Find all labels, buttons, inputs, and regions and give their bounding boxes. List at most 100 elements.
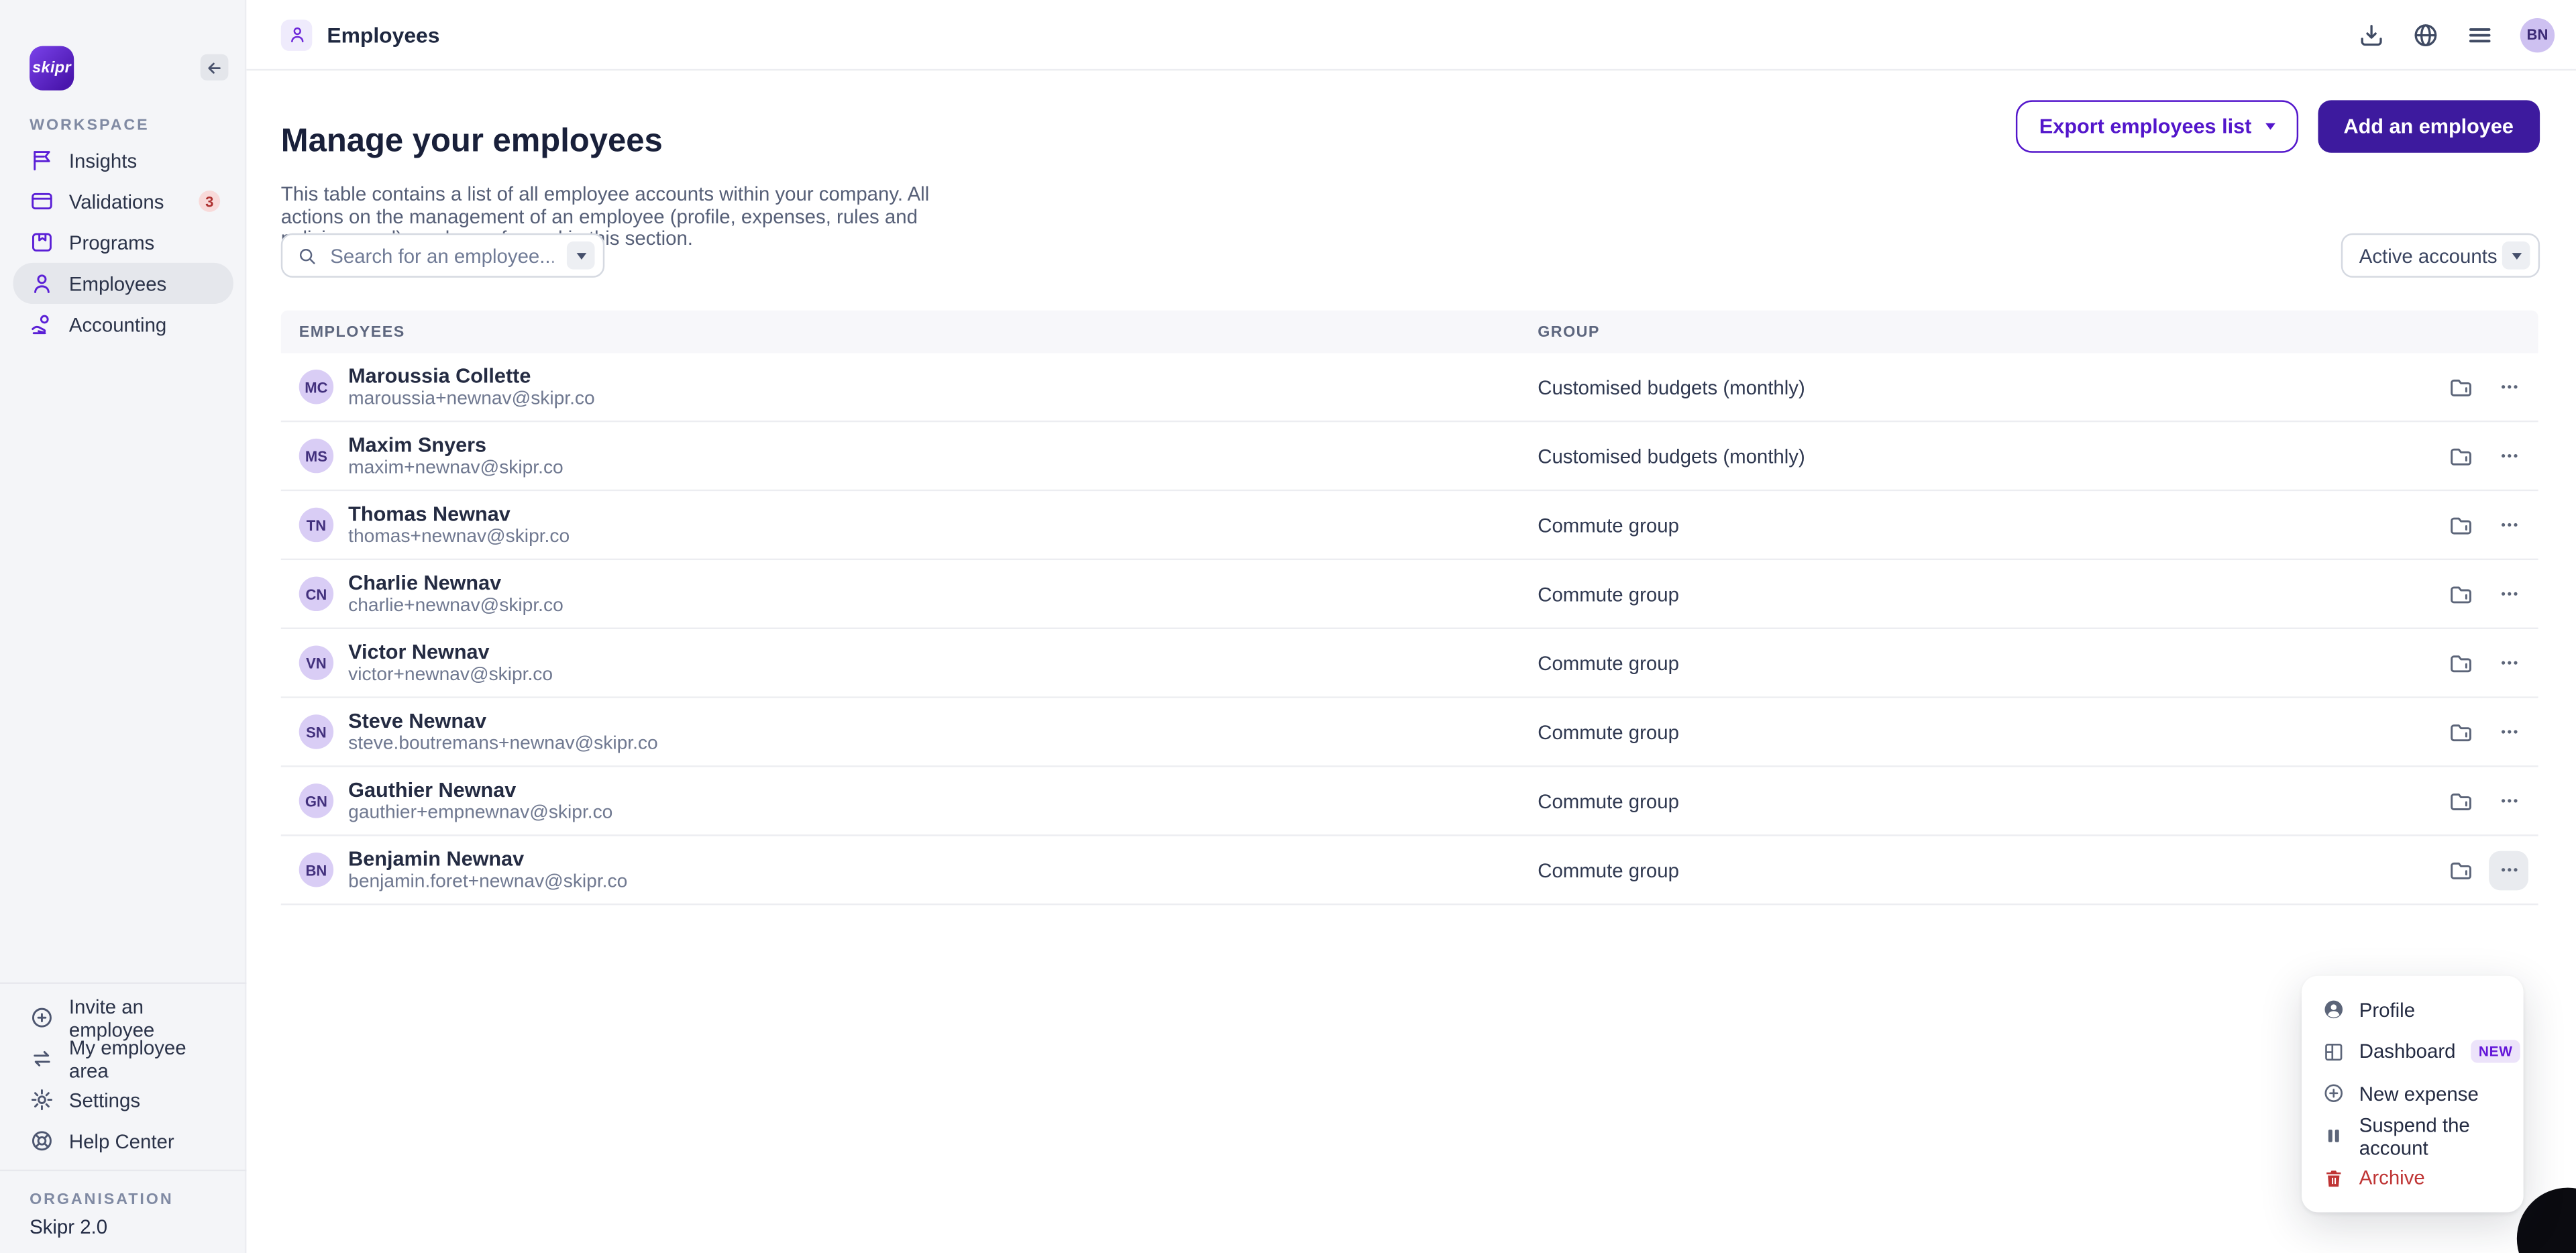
export-button-label: Export employees list [2039, 115, 2252, 138]
search-input[interactable] [327, 242, 557, 269]
sidebar-footer-nav: Invite an employee My employee area Sett… [0, 994, 246, 1162]
chevron-down-icon [2511, 252, 2521, 259]
sidebar-item-my-employee-area[interactable]: My employee area [0, 1036, 246, 1082]
employee-email: benjamin.foret+newnav@skipr.co [348, 871, 628, 891]
menu-item-suspend-account[interactable]: Suspend the account [2302, 1113, 2524, 1159]
folder-icon[interactable] [2448, 718, 2474, 745]
menu-item-archive[interactable]: Archive [2302, 1158, 2524, 1198]
employee-group: Commute group [1538, 789, 1679, 813]
sidebar-item-invite-employee[interactable]: Invite an employee [0, 994, 246, 1041]
employees-table: EMPLOYEES GROUP MC Maroussia Collette ma… [280, 310, 2538, 906]
row-menu-button-open[interactable] [2489, 850, 2528, 890]
row-menu-button[interactable] [2489, 367, 2528, 406]
employee-group: Commute group [1538, 858, 1679, 881]
table-row[interactable]: TN Thomas Newnav thomas+newnav@skipr.co … [280, 491, 2538, 561]
avatar: SN [299, 714, 334, 749]
folder-icon[interactable] [2448, 374, 2474, 400]
sidebar-item-validations[interactable]: Validations 3 [13, 180, 233, 221]
sidebar-item-help-center[interactable]: Help Center [0, 1120, 246, 1161]
card-icon [30, 189, 54, 214]
avatar: GN [299, 783, 334, 818]
box-bookmark-icon [30, 230, 54, 255]
employee-email: maroussia+newnav@skipr.co [348, 388, 595, 408]
search-dropdown-button[interactable] [566, 241, 595, 270]
page-breadcrumb-title: Employees [327, 22, 440, 47]
employee-group: Commute group [1538, 720, 1679, 744]
add-employee-button[interactable]: Add an employee [2317, 100, 2540, 153]
employee-email: victor+newnav@skipr.co [348, 664, 553, 685]
avatar: MS [299, 438, 334, 474]
folder-icon[interactable] [2448, 581, 2474, 607]
table-row[interactable]: MC Maroussia Collette maroussia+newnav@s… [280, 353, 2538, 423]
account-filter-value: Active accounts [2359, 243, 2498, 267]
gear-icon [30, 1087, 54, 1112]
sidebar-item-programs[interactable]: Programs [13, 222, 233, 263]
row-menu-button[interactable] [2489, 712, 2528, 752]
profile-icon [2323, 999, 2345, 1021]
topbar-actions: BN [2357, 17, 2555, 52]
sidebar-item-label: Settings [68, 1088, 141, 1111]
employee-group: Customised budgets (monthly) [1538, 444, 1805, 468]
organisation-section-label: ORGANISATION [30, 1191, 174, 1209]
export-employees-button[interactable]: Export employees list [2016, 100, 2298, 153]
sidebar-item-settings[interactable]: Settings [0, 1079, 246, 1120]
table-header-row: EMPLOYEES GROUP [280, 310, 2538, 353]
plus-circle-icon [30, 1005, 54, 1030]
page-title: Manage your employees [280, 123, 663, 160]
add-button-label: Add an employee [2343, 115, 2514, 138]
row-menu-button[interactable] [2489, 436, 2528, 476]
insights-flag-icon [30, 148, 54, 172]
folder-icon[interactable] [2448, 857, 2474, 883]
chevron-down-icon [576, 252, 586, 259]
sidebar-item-label: Insights [68, 148, 138, 172]
menu-item-dashboard[interactable]: Dashboard NEW [2302, 1032, 2524, 1072]
skipr-logo: skipr [30, 46, 74, 91]
account-filter-dropdown-button[interactable] [2502, 241, 2530, 270]
user-avatar[interactable]: BN [2520, 17, 2555, 52]
table-row[interactable]: BN Benjamin Newnav benjamin.foret+newnav… [280, 836, 2538, 906]
sidebar-item-insights[interactable]: Insights [13, 140, 233, 180]
menu-item-new-expense[interactable]: New expense [2302, 1075, 2524, 1114]
new-badge: NEW [2470, 1040, 2521, 1064]
sidebar-item-accounting[interactable]: Accounting [13, 304, 233, 345]
menu-item-profile[interactable]: Profile [2302, 990, 2524, 1030]
row-menu-button[interactable] [2489, 505, 2528, 545]
dashboard-icon [2323, 1041, 2345, 1063]
sidebar-item-employees[interactable]: Employees [13, 262, 233, 305]
folder-icon[interactable] [2448, 787, 2474, 814]
chevron-down-icon [2264, 123, 2275, 130]
folder-icon[interactable] [2448, 512, 2474, 538]
row-menu-button[interactable] [2489, 643, 2528, 683]
employee-name: Victor Newnav [348, 639, 490, 663]
sidebar-item-label: Accounting [68, 313, 167, 336]
sidebar-collapse-button[interactable] [200, 54, 229, 81]
download-icon[interactable] [2357, 21, 2385, 49]
sidebar: skipr WORKSPACE Insights Validations 3 P… [0, 0, 247, 1253]
table-row[interactable]: GN Gauthier Newnav gauthier+empnewnav@sk… [280, 767, 2538, 836]
table-row[interactable]: VN Victor Newnav victor+newnav@skipr.co … [280, 629, 2538, 698]
folder-icon[interactable] [2448, 443, 2474, 469]
folder-icon[interactable] [2448, 650, 2474, 676]
sidebar-item-label: Help Center [68, 1129, 174, 1152]
menu-icon[interactable] [2466, 21, 2494, 49]
menu-item-label: Archive [2359, 1166, 2425, 1190]
lifebuoy-icon [30, 1128, 54, 1153]
employee-name: Steve Newnav [348, 708, 487, 732]
column-header-group: GROUP [1538, 323, 1600, 341]
sidebar-nav: Insights Validations 3 Programs Employee… [13, 140, 233, 345]
menu-item-label: Profile [2359, 998, 2416, 1022]
employee-email: maxim+newnav@skipr.co [348, 457, 564, 478]
account-status-filter[interactable]: Active accounts [2341, 233, 2540, 278]
workspace-section-label: WORKSPACE [30, 116, 150, 135]
table-row[interactable]: SN Steve Newnav steve.boutremans+newnav@… [280, 698, 2538, 767]
row-menu-button[interactable] [2489, 574, 2528, 614]
globe-icon[interactable] [2412, 21, 2440, 49]
sidebar-item-label: Invite an employee [68, 994, 155, 1041]
row-menu-button[interactable] [2489, 781, 2528, 820]
employee-name: Thomas Newnav [348, 502, 511, 525]
search-icon [297, 246, 317, 265]
table-row[interactable]: MS Maxim Snyers maxim+newnav@skipr.co Cu… [280, 422, 2538, 492]
sidebar-item-label: Validations [68, 189, 164, 213]
table-row[interactable]: CN Charlie Newnav charlie+newnav@skipr.c… [280, 560, 2538, 629]
trash-icon [2323, 1167, 2345, 1189]
